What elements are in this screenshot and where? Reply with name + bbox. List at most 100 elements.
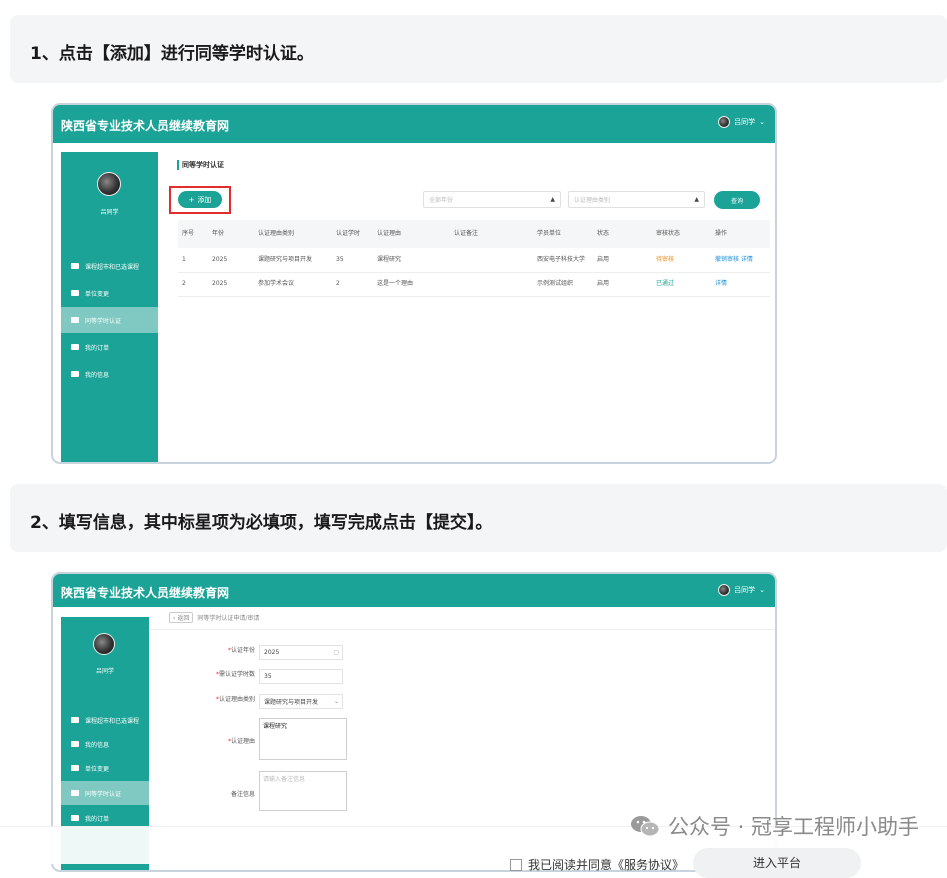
briefcase-icon bbox=[71, 344, 79, 350]
sidebar-item-courses[interactable]: 课程超市和已选课程 bbox=[61, 253, 158, 279]
note-row: 备注信息 请输入备注信息 bbox=[189, 771, 347, 811]
breadcrumb-text: 同等学时认证申请/审请 bbox=[197, 615, 260, 622]
reason-label-text: 认证理由 bbox=[230, 738, 255, 745]
sidebar-item-equivalent-hours[interactable]: 同等学时认证 bbox=[61, 307, 158, 333]
brand-title: 陕西省专业技术人员继续教育网 bbox=[61, 586, 230, 600]
hours-label: *需认证学时数 bbox=[215, 671, 255, 678]
briefcase-icon bbox=[71, 717, 79, 723]
enter-platform-button[interactable]: 进入平台 bbox=[693, 848, 861, 878]
hours-row: *需认证学时数 35 bbox=[189, 669, 343, 684]
cell-note bbox=[450, 248, 533, 273]
hours-input[interactable]: 35 bbox=[259, 669, 343, 684]
screenshot-list: 陕西省专业技术人员继续教育网 吕同学 ⌄ 吕同学 课程超市和已选课程 单位变更 … bbox=[51, 103, 777, 464]
year-row: *认证年份 2025 ▢ bbox=[189, 645, 343, 660]
sidebar-avatar bbox=[97, 172, 121, 196]
reason-textarea[interactable]: 课程研究 bbox=[259, 718, 347, 760]
agreement-row: 我已阅读并同意《服务协议》 bbox=[510, 856, 684, 873]
reason-select-placeholder: 认证理由类别 bbox=[574, 197, 611, 204]
query-button[interactable]: 查询 bbox=[714, 191, 760, 209]
note-textarea-placeholder: 请输入备注信息 bbox=[263, 776, 306, 783]
category-select-value: 课题研究与项目开发 bbox=[264, 699, 319, 706]
user-menu[interactable]: 吕同学 ⌄ bbox=[718, 584, 765, 596]
cell-no: 1 bbox=[178, 248, 208, 273]
cell-note bbox=[450, 272, 533, 297]
briefcase-icon bbox=[71, 290, 79, 296]
sidebar-item-my-info[interactable]: 我的信息 bbox=[61, 361, 158, 387]
cell-year: 2025 bbox=[208, 248, 254, 273]
records-table: 序号 年份 认证理由类别 认证学时 认证理由 认证备注 学员单位 状态 审核状态… bbox=[178, 220, 770, 297]
note-textarea[interactable]: 请输入备注信息 bbox=[259, 771, 347, 811]
cell-audit-status: 已通过 bbox=[652, 272, 711, 297]
add-button[interactable]: + 添加 bbox=[178, 191, 222, 208]
sidebar-item-orders[interactable]: 我的订单 bbox=[61, 334, 158, 360]
divider bbox=[149, 629, 775, 630]
category-row: *认证理由类别 课题研究与项目开发 ⌄ bbox=[189, 694, 343, 709]
cell-hours: 2 bbox=[332, 272, 373, 297]
briefcase-icon bbox=[71, 815, 79, 821]
year-select[interactable]: 全部年份 ▲ bbox=[423, 191, 561, 208]
sidebar-item-label: 单位变更 bbox=[85, 290, 110, 298]
briefcase-icon bbox=[71, 790, 79, 796]
user-name: 吕同学 bbox=[734, 118, 756, 126]
cell-status: 启用 bbox=[593, 272, 652, 297]
sidebar-item-label: 课程超市和已选课程 bbox=[85, 263, 140, 271]
year-label: *认证年份 bbox=[227, 647, 255, 654]
category-label-text: 认证理由类别 bbox=[218, 696, 255, 703]
reason-select[interactable]: 认证理由类别 ▲ bbox=[568, 191, 705, 208]
caret-up-icon: ▲ bbox=[550, 196, 555, 203]
sidebar-item-unit-change[interactable]: 单位变更 bbox=[61, 280, 158, 306]
column-header: 认证备注 bbox=[450, 220, 533, 248]
table-row: 2 2025 参加学术会议 2 这是一个理由 示例测试组织 启用 已通过 详情 bbox=[178, 272, 770, 297]
column-header: 审核状态 bbox=[652, 220, 711, 248]
cell-category: 课题研究与项目开发 bbox=[254, 248, 332, 273]
cell-category: 参加学术会议 bbox=[254, 272, 332, 297]
breadcrumb: ‹ 返回 同等学时认证申请/审请 bbox=[169, 612, 259, 623]
category-select[interactable]: 课题研究与项目开发 ⌄ bbox=[259, 694, 343, 709]
sidebar-item-my-info[interactable]: 我的信息 bbox=[61, 732, 149, 756]
step2-box: 2、填写信息，其中标星项为必填项，填写完成点击【提交】。 bbox=[10, 484, 947, 552]
agreement-checkbox[interactable] bbox=[510, 858, 522, 871]
top-bar: 陕西省专业技术人员继续教育网 吕同学 ⌄ bbox=[53, 574, 775, 607]
calendar-icon: ▢ bbox=[333, 649, 339, 656]
cell-hours: 35 bbox=[332, 248, 373, 273]
user-name: 吕同学 bbox=[734, 586, 756, 594]
reason-textarea-value: 课程研究 bbox=[263, 723, 288, 730]
sidebar-item-label: 我的订单 bbox=[85, 815, 110, 823]
user-menu[interactable]: 吕同学 ⌄ bbox=[718, 116, 765, 128]
year-select-placeholder: 全部年份 bbox=[429, 197, 454, 204]
sidebar-item-unit-change[interactable]: 单位变更 bbox=[61, 756, 149, 780]
plus-icon: + bbox=[188, 195, 195, 204]
column-header: 认证理由 bbox=[373, 220, 450, 248]
cell-audit-status: 待审核 bbox=[652, 248, 711, 273]
sidebar-item-courses[interactable]: 课程超市和已选课程 bbox=[61, 708, 149, 732]
table-header-row: 序号 年份 认证理由类别 认证学时 认证理由 认证备注 学员单位 状态 审核状态… bbox=[178, 220, 770, 248]
main-content: 同等学时认证 + 添加 全部年份 ▲ 认证理由类别 ▲ 查询 序号 年份 认证理由类别… bbox=[158, 143, 775, 462]
column-header: 操作 bbox=[711, 220, 770, 248]
sidebar-item-equivalent-hours[interactable]: 同等学时认证 bbox=[61, 781, 149, 805]
briefcase-icon bbox=[71, 765, 79, 771]
page-title: 同等学时认证 bbox=[177, 160, 224, 170]
brand-title: 陕西省专业技术人员继续教育网 bbox=[61, 119, 230, 133]
column-header: 年份 bbox=[208, 220, 254, 248]
sidebar-avatar bbox=[93, 633, 115, 655]
year-input[interactable]: 2025 ▢ bbox=[259, 645, 343, 660]
cell-no: 2 bbox=[178, 272, 208, 297]
cell-actions[interactable]: 详情 bbox=[711, 272, 770, 297]
sidebar-item-label: 我的信息 bbox=[85, 371, 110, 379]
briefcase-icon bbox=[71, 371, 79, 377]
note-label: 备注信息 bbox=[189, 771, 259, 798]
year-input-value: 2025 bbox=[264, 649, 280, 656]
cell-unit: 示例测试组织 bbox=[533, 272, 593, 297]
caret-up-icon: ▲ bbox=[694, 196, 699, 203]
top-bar: 陕西省专业技术人员继续教育网 吕同学 ⌄ bbox=[53, 105, 775, 143]
step1-text: 1、点击【添加】进行同等学时认证。 bbox=[30, 44, 314, 64]
avatar bbox=[718, 116, 731, 128]
year-label-text: 认证年份 bbox=[230, 647, 255, 654]
step1-box: 1、点击【添加】进行同等学时认证。 bbox=[10, 15, 947, 83]
back-button[interactable]: ‹ 返回 bbox=[169, 612, 194, 623]
cell-actions[interactable]: 撤销审核 详情 bbox=[711, 248, 770, 273]
avatar bbox=[718, 584, 731, 596]
watermark-text: 公众号 · 冠享工程师小助手 bbox=[667, 815, 919, 839]
cell-year: 2025 bbox=[208, 272, 254, 297]
hours-label-text: 需认证学时数 bbox=[218, 671, 255, 678]
